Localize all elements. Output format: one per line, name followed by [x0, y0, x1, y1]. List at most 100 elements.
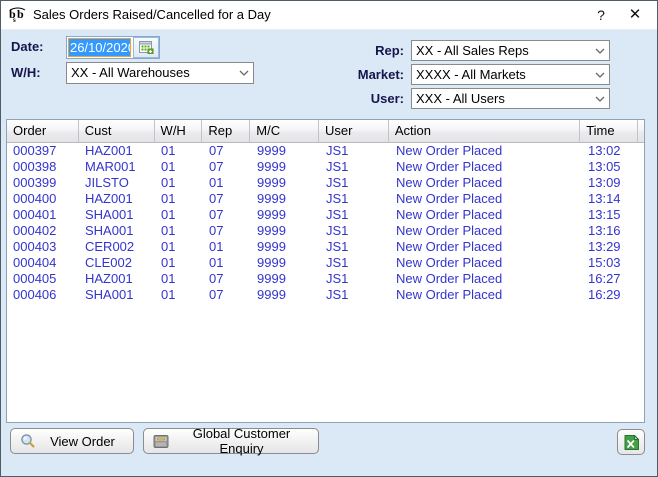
cell-mc: 9999 [251, 239, 320, 255]
column-header-action[interactable]: Action [389, 120, 580, 142]
cell-action: New Order Placed [390, 255, 582, 271]
view-order-button[interactable]: View Order [10, 428, 134, 454]
column-header-filler [638, 120, 644, 142]
view-order-label: View Order [36, 434, 133, 449]
cell-user: JS1 [320, 239, 390, 255]
cell-wh: 01 [155, 159, 203, 175]
cell-user: JS1 [320, 223, 390, 239]
cell-rep: 01 [203, 255, 251, 271]
table-row[interactable]: 000403CER00201019999JS1New Order Placed1… [7, 239, 644, 255]
cell-rep: 01 [203, 175, 251, 191]
cell-wh: 01 [155, 239, 203, 255]
cell-user: JS1 [320, 207, 390, 223]
cell-rep: 07 [203, 143, 251, 159]
cell-cust: HAZ001 [79, 271, 155, 287]
cell-wh: 01 [155, 223, 203, 239]
cell-cust: CER002 [79, 239, 155, 255]
market-label: Market: [334, 65, 404, 85]
cell-action: New Order Placed [390, 239, 582, 255]
column-header-rep[interactable]: Rep [202, 120, 250, 142]
column-header-mc[interactable]: M/C [250, 120, 319, 142]
cell-action: New Order Placed [390, 191, 582, 207]
calendar-icon [139, 41, 154, 54]
cell-user: JS1 [320, 271, 390, 287]
cell-order: 000405 [7, 271, 79, 287]
chevron-down-icon [235, 63, 253, 83]
cell-rep: 07 [203, 271, 251, 287]
cell-action: New Order Placed [390, 223, 582, 239]
sales-orders-dialog: b s b Sales Orders Raised/Cancelled for … [0, 0, 658, 477]
market-select[interactable]: XXXX - All Markets [411, 64, 610, 85]
svg-text:s: s [13, 16, 16, 24]
cell-cust: SHA001 [79, 223, 155, 239]
cell-cust: JILSTO [79, 175, 155, 191]
customer-drawer-icon [153, 434, 169, 449]
column-header-cust[interactable]: Cust [79, 120, 155, 142]
table-row[interactable]: 000405HAZ00101079999JS1New Order Placed1… [7, 271, 644, 287]
cell-action: New Order Placed [390, 175, 582, 191]
cell-user: JS1 [320, 159, 390, 175]
cell-order: 000402 [7, 223, 79, 239]
cell-mc: 9999 [251, 287, 320, 303]
cell-order: 000403 [7, 239, 79, 255]
table-row[interactable]: 000399JILSTO01019999JS1New Order Placed1… [7, 175, 644, 191]
cell-user: JS1 [320, 255, 390, 271]
table-row[interactable]: 000401SHA00101079999JS1New Order Placed1… [7, 207, 644, 223]
cell-action: New Order Placed [390, 287, 582, 303]
column-header-order[interactable]: Order [7, 120, 79, 142]
titlebar: b s b Sales Orders Raised/Cancelled for … [1, 1, 657, 30]
cell-cust: HAZ001 [79, 191, 155, 207]
cell-user: JS1 [320, 191, 390, 207]
global-customer-enquiry-button[interactable]: Global Customer Enquiry [143, 428, 319, 454]
rep-select[interactable]: XX - All Sales Reps [411, 40, 610, 61]
cell-rep: 07 [203, 159, 251, 175]
table-row[interactable]: 000398MAR00101079999JS1New Order Placed1… [7, 159, 644, 175]
cell-mc: 9999 [251, 143, 320, 159]
cell-mc: 9999 [251, 255, 320, 271]
global-customer-enquiry-label: Global Customer Enquiry [169, 426, 318, 456]
table-row[interactable]: 000404CLE00201019999JS1New Order Placed1… [7, 255, 644, 271]
orders-table-header: OrderCustW/HRepM/CUserActionTime [7, 120, 644, 143]
table-row[interactable]: 000397HAZ00101079999JS1New Order Placed1… [7, 143, 644, 159]
user-label: User: [334, 89, 404, 109]
rep-label: Rep: [334, 41, 404, 61]
cell-rep: 07 [203, 287, 251, 303]
date-input[interactable]: 26/10/2020 [68, 38, 131, 57]
column-header-time[interactable]: Time [580, 120, 638, 142]
cell-cust: CLE002 [79, 255, 155, 271]
cell-user: JS1 [320, 143, 390, 159]
cell-time: 13:29 [582, 239, 640, 255]
column-header-user[interactable]: User [319, 120, 389, 142]
orders-table: OrderCustW/HRepM/CUserActionTime 000397H… [6, 119, 645, 423]
cell-wh: 01 [155, 175, 203, 191]
orders-table-body: 000397HAZ00101079999JS1New Order Placed1… [7, 143, 644, 303]
cell-time: 16:29 [582, 287, 640, 303]
cell-cust: MAR001 [79, 159, 155, 175]
cell-rep: 07 [203, 191, 251, 207]
market-select-value: XXXX - All Markets [416, 66, 591, 84]
export-to-excel-button[interactable] [617, 429, 645, 455]
table-row[interactable]: 000400HAZ00101079999JS1New Order Placed1… [7, 191, 644, 207]
user-select[interactable]: XXX - All Users [411, 88, 610, 109]
column-header-wh[interactable]: W/H [155, 120, 203, 142]
cell-mc: 9999 [251, 207, 320, 223]
chevron-down-icon [591, 65, 609, 84]
warehouse-label: W/H: [11, 63, 41, 83]
rep-select-value: XX - All Sales Reps [416, 42, 591, 60]
cell-action: New Order Placed [390, 207, 582, 223]
cell-cust: SHA001 [79, 207, 155, 223]
cell-mc: 9999 [251, 159, 320, 175]
calendar-picker-button[interactable] [133, 37, 159, 58]
cell-time: 13:15 [582, 207, 640, 223]
close-button[interactable]: ✕ [619, 1, 651, 29]
help-button[interactable]: ? [585, 1, 617, 29]
table-row[interactable]: 000402SHA00101079999JS1New Order Placed1… [7, 223, 644, 239]
warehouse-select[interactable]: XX - All Warehouses [66, 62, 254, 84]
cell-time: 13:16 [582, 223, 640, 239]
date-label: Date: [11, 37, 44, 57]
cell-order: 000399 [7, 175, 79, 191]
cell-wh: 01 [155, 143, 203, 159]
cell-order: 000400 [7, 191, 79, 207]
cell-action: New Order Placed [390, 159, 582, 175]
table-row[interactable]: 000406SHA00101079999JS1New Order Placed1… [7, 287, 644, 303]
